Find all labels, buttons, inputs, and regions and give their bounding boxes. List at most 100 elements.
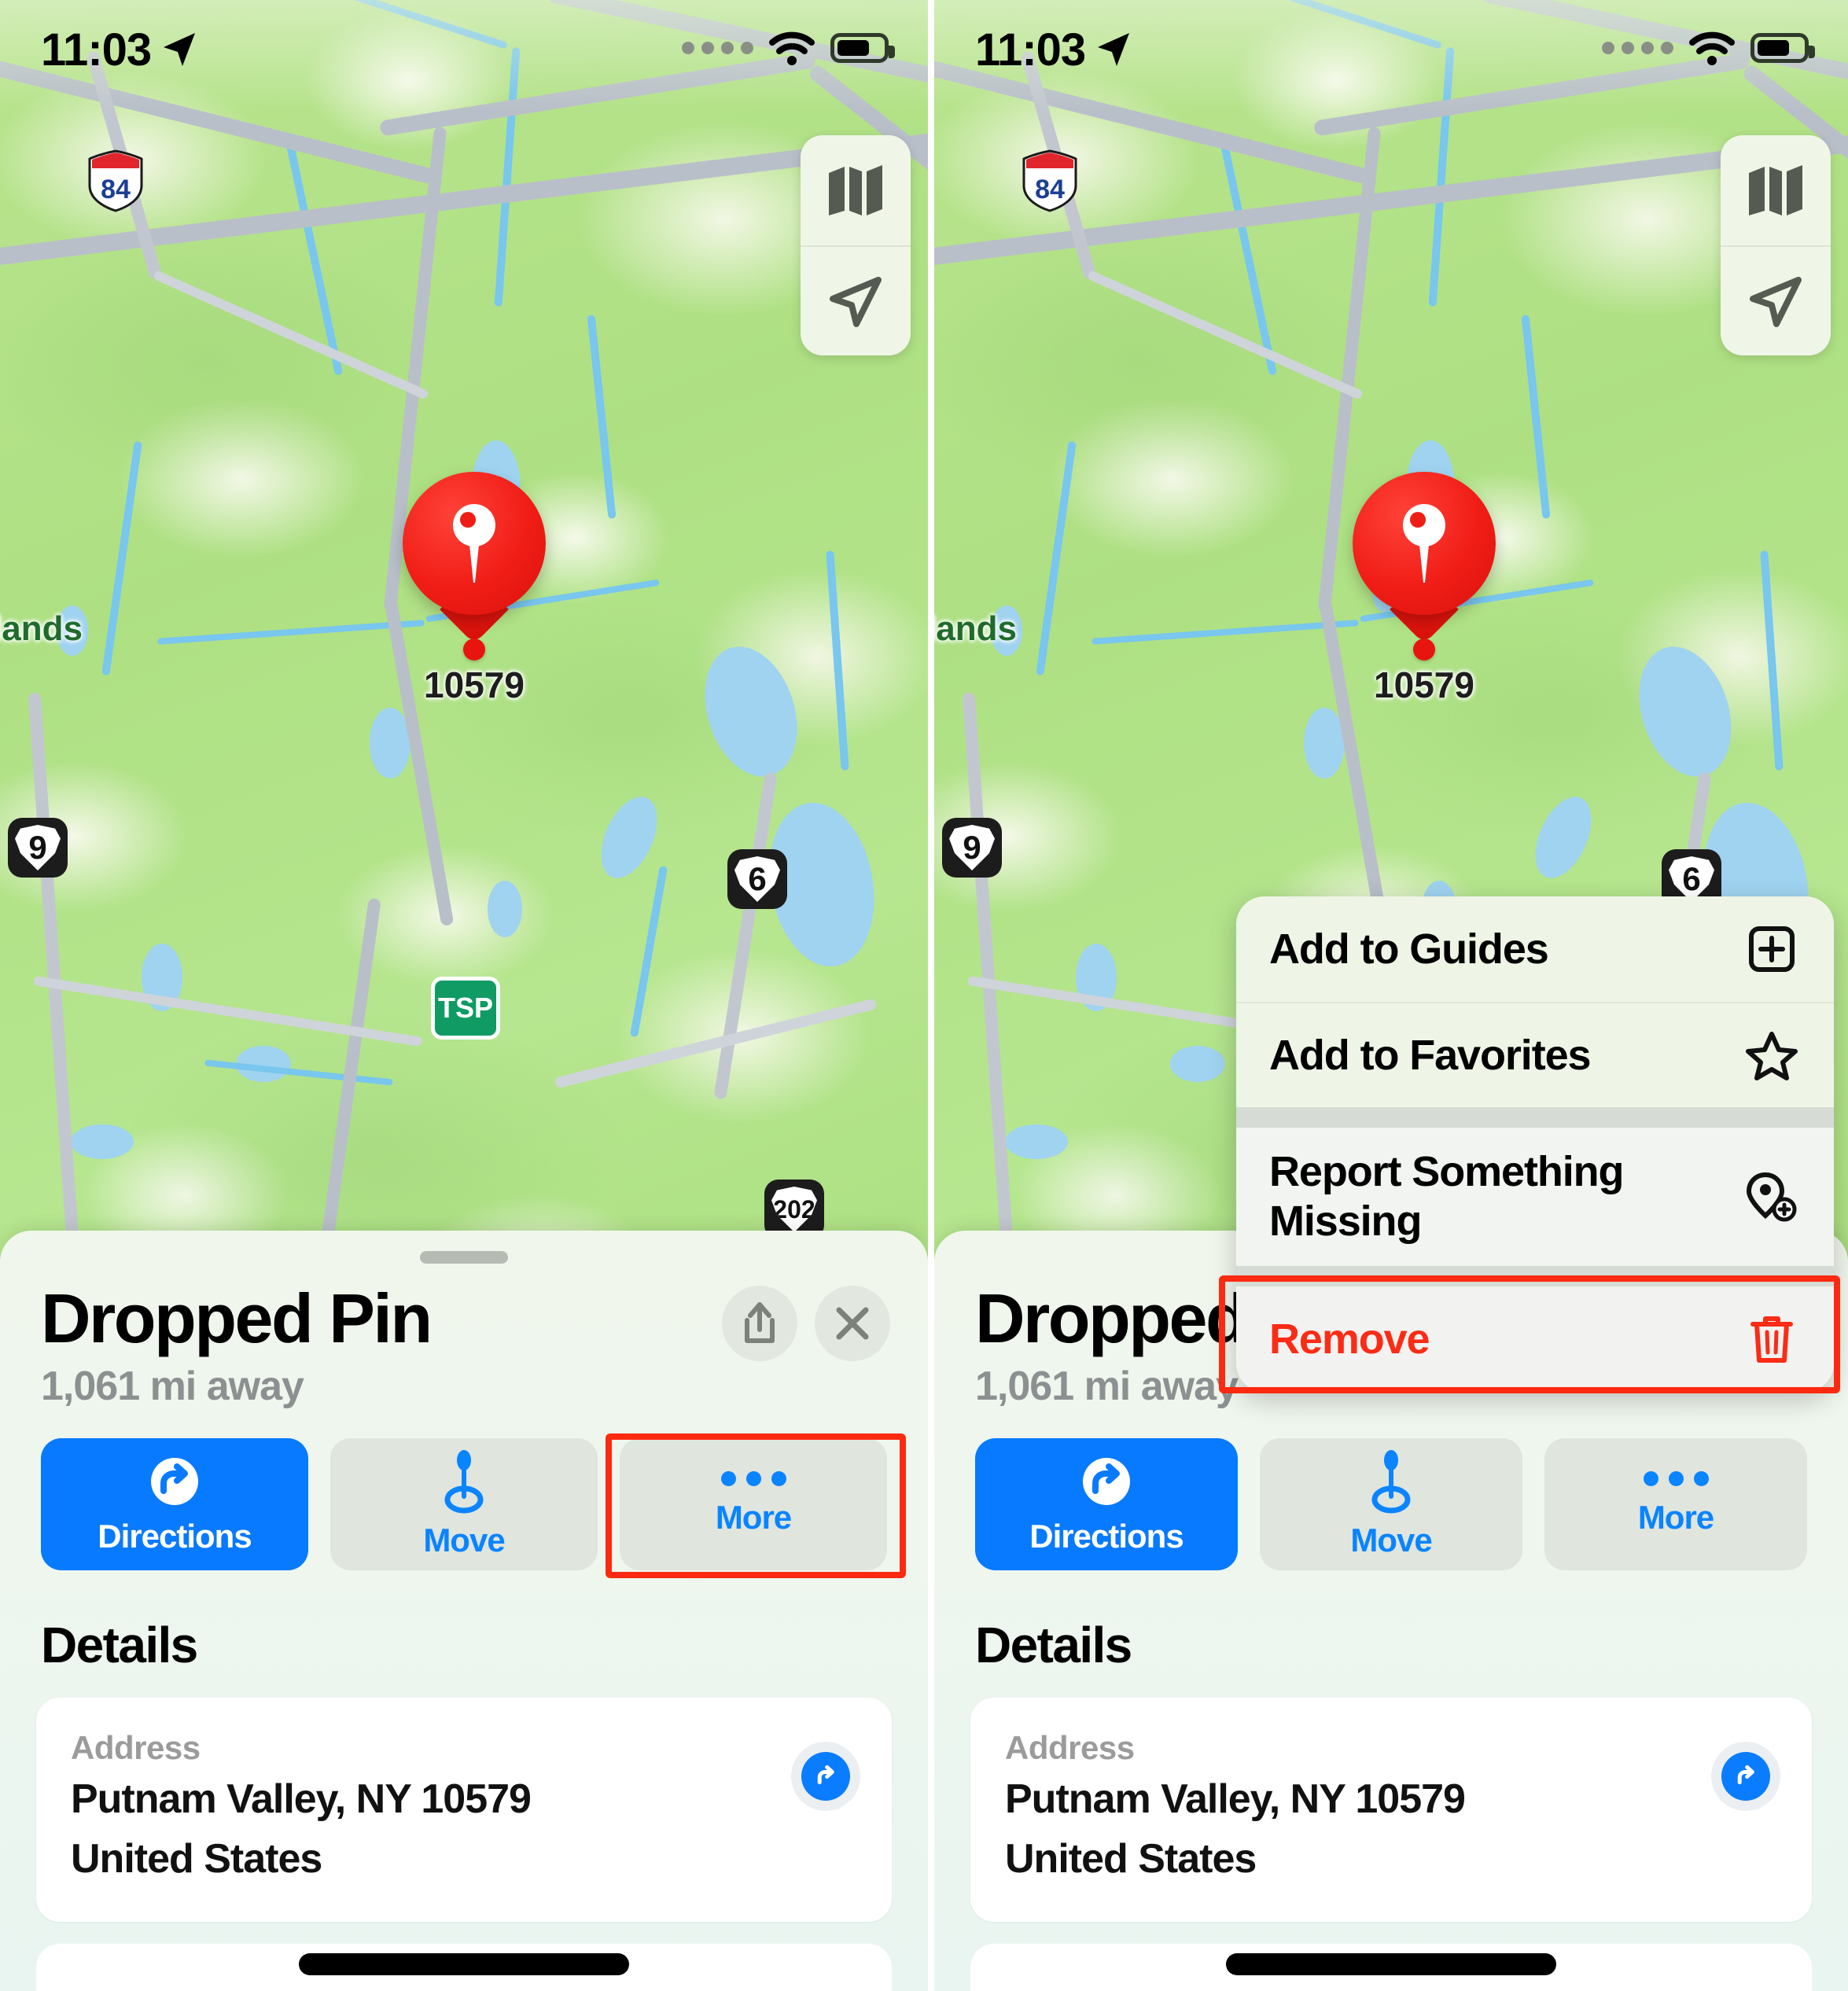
status-bar: 11:03	[934, 0, 1848, 86]
pin-balloon	[1353, 472, 1496, 615]
two-panel-screenshot: 84 9 6 TSP 202 lands 高德地图 10579	[0, 0, 1848, 1991]
close-button[interactable]	[815, 1286, 890, 1361]
map-label-highlands: lands	[934, 609, 1017, 648]
svg-text:84: 84	[1035, 175, 1065, 204]
move-pin-icon	[1371, 1449, 1411, 1514]
menu-remove[interactable]: Remove	[1236, 1286, 1834, 1392]
sheet-header-buttons	[722, 1286, 890, 1361]
shield-i84: 84	[1021, 149, 1079, 212]
status-time: 11:03	[975, 24, 1086, 75]
move-button[interactable]: Move	[330, 1437, 598, 1570]
panel-left: 84 9 6 TSP 202 lands 高德地图 10579	[0, 0, 928, 1991]
location-arrow-icon	[164, 33, 195, 66]
menu-report-something-missing-label: Report Something Missing	[1269, 1148, 1625, 1245]
signal-dots-icon	[1602, 42, 1673, 54]
status-time: 11:03	[41, 24, 152, 75]
shield-us6: 6	[727, 849, 787, 909]
shield-i84-text: 84	[101, 175, 131, 204]
menu-add-to-favorites[interactable]: Add to Favorites	[1236, 1002, 1834, 1107]
directions-arrow-icon	[1083, 1457, 1130, 1505]
directions-label: Directions	[98, 1517, 252, 1555]
context-menu-separator	[1236, 1266, 1834, 1286]
action-row: Directions Move More	[0, 1410, 928, 1578]
more-label: More	[715, 1499, 792, 1536]
map-mode-button[interactable]	[801, 135, 911, 245]
context-menu-separator	[1236, 1107, 1834, 1128]
pin-anchor-dot	[463, 639, 485, 661]
battery-icon	[830, 33, 895, 63]
move-label: Move	[423, 1521, 505, 1559]
map-folded-icon	[1749, 165, 1802, 215]
sheet-header: Dropped Pin 1,061 mi away	[0, 1264, 928, 1410]
directions-arrow-icon	[151, 1457, 198, 1505]
star-icon	[1743, 1026, 1801, 1084]
map-controls	[1721, 135, 1831, 355]
menu-report-something-missing[interactable]: Report Something Missing	[1236, 1128, 1834, 1266]
home-indicator	[1226, 1953, 1556, 1975]
more-button[interactable]: More	[1544, 1437, 1807, 1570]
shield-us6-text: 6	[734, 856, 780, 902]
address-line-2: United States	[1005, 1836, 1257, 1882]
signal-dots-icon	[682, 42, 753, 54]
move-button[interactable]: Move	[1260, 1437, 1522, 1570]
distance-subtitle: 1,061 mi away	[41, 1363, 304, 1409]
directions-button[interactable]: Directions	[975, 1437, 1238, 1570]
map-water	[488, 881, 522, 937]
map-mode-button[interactable]	[1721, 135, 1831, 245]
shield-tsp: TSP	[431, 977, 500, 1040]
shield-tsp-text: TSP	[437, 992, 493, 1024]
map-label-highlands: lands	[0, 609, 83, 648]
status-indicators	[1602, 30, 1815, 66]
pushpin-icon	[1403, 504, 1445, 583]
directions-label: Directions	[1029, 1517, 1184, 1555]
directions-arrow-icon	[1721, 1751, 1770, 1801]
more-button[interactable]: More	[620, 1437, 887, 1570]
menu-remove-label: Remove	[1269, 1315, 1430, 1363]
map-water	[1170, 1046, 1225, 1082]
pin-plus-icon	[1743, 1168, 1801, 1226]
dropped-pin[interactable]: 10579	[376, 472, 572, 706]
menu-add-to-favorites-label: Add to Favorites	[1269, 1031, 1592, 1079]
pushpin-icon	[453, 504, 495, 583]
map-water	[71, 1124, 134, 1159]
status-indicators	[682, 30, 895, 66]
shield-us9: 9	[8, 818, 68, 878]
map-folded-icon	[829, 165, 882, 215]
address-key: Address	[71, 1728, 201, 1766]
navigation-arrow-icon	[1750, 277, 1802, 327]
address-directions-button[interactable]	[791, 1741, 860, 1811]
details-heading: Details	[41, 1616, 198, 1673]
move-label: Move	[1350, 1521, 1432, 1559]
address-card[interactable]: Address Putnam Valley, NY 10579 United S…	[36, 1697, 892, 1922]
address-card[interactable]: Address Putnam Valley, NY 10579 United S…	[970, 1697, 1812, 1922]
map-controls	[801, 135, 911, 355]
trash-icon	[1743, 1310, 1801, 1368]
more-label: More	[1637, 1499, 1714, 1536]
menu-add-to-guides-label: Add to Guides	[1269, 925, 1549, 973]
share-icon	[745, 1302, 775, 1343]
menu-add-to-guides[interactable]: Add to Guides	[1236, 896, 1834, 1002]
pin-label: 10579	[1374, 664, 1474, 705]
ellipsis-icon	[720, 1471, 786, 1487]
move-pin-icon	[444, 1449, 484, 1514]
address-key: Address	[1005, 1728, 1135, 1766]
address-directions-button[interactable]	[1711, 1741, 1780, 1811]
home-indicator	[299, 1953, 629, 1975]
shield-i84: 84	[87, 149, 145, 212]
sheet-grabber[interactable]	[420, 1251, 508, 1264]
pin-label: 10579	[424, 664, 525, 705]
details-heading: Details	[975, 1616, 1132, 1673]
battery-icon	[1750, 33, 1815, 63]
close-icon	[836, 1307, 869, 1340]
add-to-guides-icon	[1743, 920, 1801, 978]
action-row: Directions Move More	[934, 1410, 1848, 1570]
dropped-pin[interactable]: 10579	[1326, 472, 1522, 706]
status-bar: 11:03	[0, 0, 928, 86]
directions-button[interactable]: Directions	[41, 1437, 308, 1570]
shield-us9-text: 9	[15, 825, 61, 870]
locate-me-button[interactable]	[1721, 245, 1831, 355]
share-button[interactable]	[722, 1286, 797, 1361]
address-line-1: Putnam Valley, NY 10579	[71, 1776, 532, 1822]
location-arrow-icon	[1098, 33, 1129, 66]
locate-me-button[interactable]	[801, 245, 911, 355]
